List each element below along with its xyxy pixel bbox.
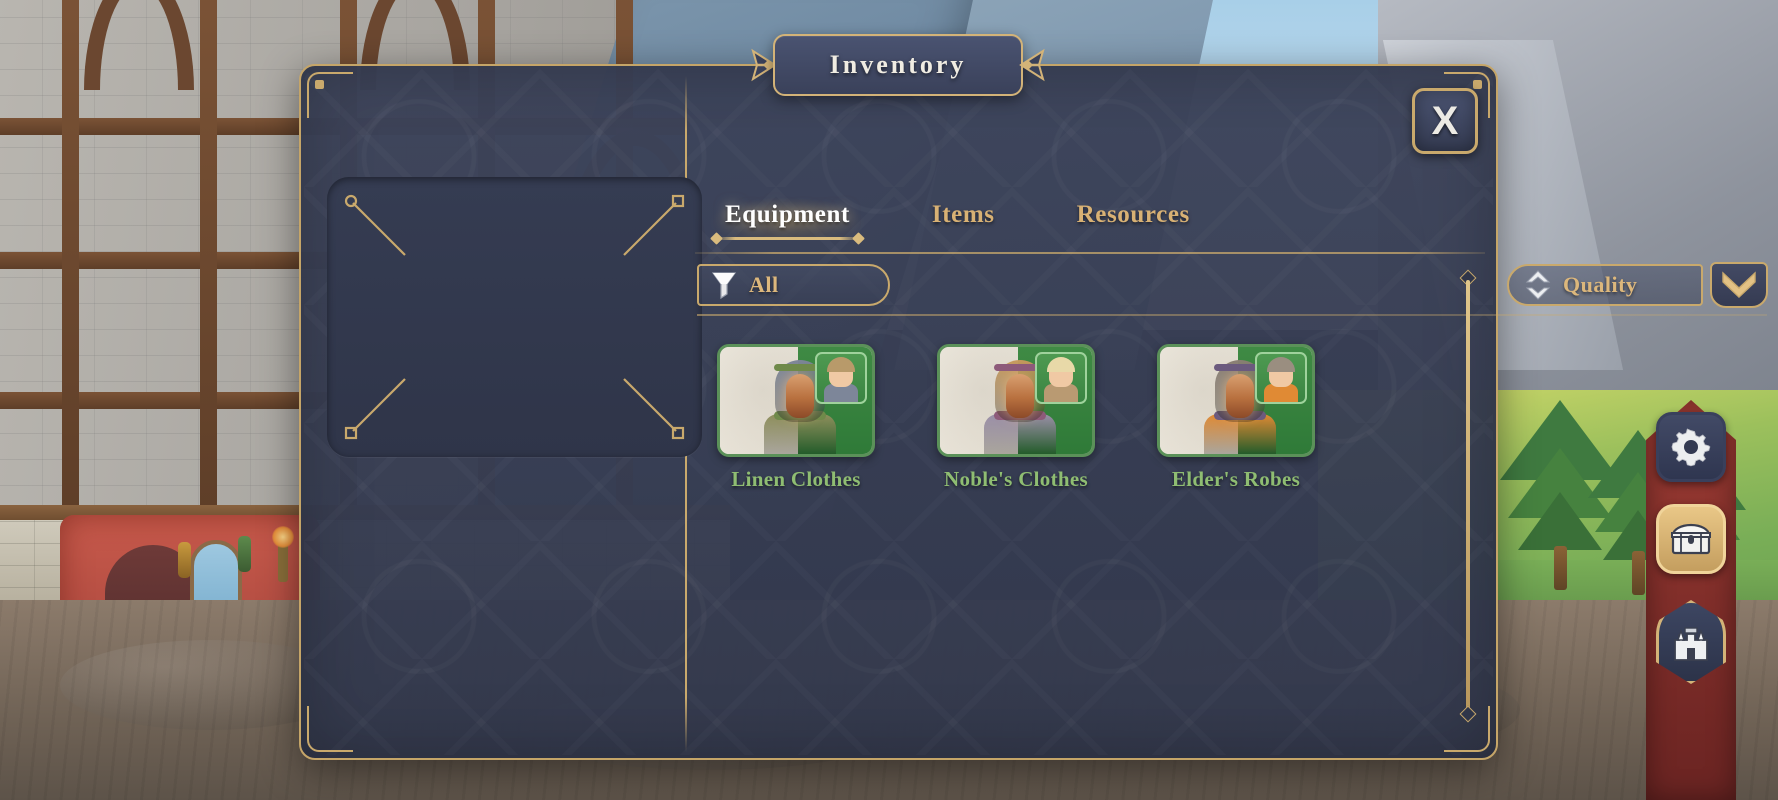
sort-updown-icon <box>1525 270 1551 300</box>
panel-corner-bottom-left <box>307 706 353 752</box>
panel-corner-top-left <box>307 72 353 118</box>
slot-corner-pin <box>343 369 415 441</box>
sort-dropdown[interactable]: Quality <box>1507 264 1703 306</box>
lamp <box>272 526 294 582</box>
tab-items-label: Items <box>931 201 995 228</box>
filter-label: All <box>749 272 779 297</box>
tab-resources-label: Resources <box>1076 201 1190 228</box>
banner-ornament-left <box>751 48 777 82</box>
corner-stud <box>315 80 324 89</box>
item-name: Linen Clothes <box>731 467 861 491</box>
toolbar-rule <box>697 314 1767 316</box>
item-cell[interactable]: Noble's Clothes <box>921 344 1111 492</box>
chevron-down-icon <box>1722 271 1756 298</box>
item-name: Noble's Clothes <box>944 467 1088 491</box>
thumbnail-hair <box>827 357 855 372</box>
side-button-rail <box>1646 400 1736 800</box>
settings-button[interactable] <box>1656 412 1726 482</box>
tab-bar: Equipment Items Resources <box>711 198 1204 240</box>
item-card[interactable] <box>1157 344 1315 457</box>
close-button[interactable]: X <box>1412 88 1478 154</box>
sort-label: Quality <box>1563 272 1638 297</box>
castle-icon <box>1674 627 1708 661</box>
slot-corner-pin <box>614 369 686 441</box>
inventory-panel: X Equipment Items Resources All Quality … <box>299 64 1768 760</box>
npc-villager <box>178 542 191 578</box>
portrait-face-glow <box>786 374 814 418</box>
active-tab-underline <box>715 237 860 240</box>
inventory-button[interactable] <box>1656 504 1726 574</box>
filter-dropdown[interactable]: All <box>697 264 890 306</box>
item-card[interactable] <box>717 344 875 457</box>
item-name: Elder's Robes <box>1171 467 1301 491</box>
timber-arch <box>84 0 194 90</box>
slot-corner-pin <box>343 193 415 265</box>
equipment-item-grid: Linen Clothes Noble's Clothes Elder's Robe… <box>701 344 1761 492</box>
slot-corner-pin <box>614 193 686 265</box>
item-thumbnail <box>1035 352 1087 404</box>
item-thumbnail <box>1255 352 1307 404</box>
sort-direction-button[interactable] <box>1710 262 1768 308</box>
banner-ornament-right <box>1019 48 1045 82</box>
thumbnail-hair <box>1047 357 1075 372</box>
thumbnail-hair <box>1267 357 1295 372</box>
scrollbar[interactable] <box>1459 269 1477 723</box>
page-title: Inventory <box>829 50 967 79</box>
character-preview-slot[interactable] <box>327 177 702 457</box>
npc-villager <box>238 536 251 572</box>
scrollbar-thumb[interactable] <box>1466 280 1470 712</box>
item-thumbnail <box>815 352 867 404</box>
funnel-icon <box>711 272 737 300</box>
item-cell[interactable]: Linen Clothes <box>701 344 891 492</box>
item-card[interactable] <box>937 344 1095 457</box>
timber-post <box>200 0 217 520</box>
gear-icon <box>1671 428 1711 467</box>
tab-resources[interactable]: Resources <box>1063 198 1204 239</box>
timber-post <box>62 0 79 520</box>
corner-stud <box>1473 80 1482 89</box>
tab-equipment-label: Equipment <box>725 201 850 228</box>
portrait-face-glow <box>1006 374 1034 418</box>
chest-icon <box>1671 523 1711 555</box>
close-icon: X <box>1431 99 1459 143</box>
title-plate: Inventory <box>773 34 1023 96</box>
window-title-banner: Inventory <box>739 34 1057 96</box>
portrait-face-glow <box>1226 374 1254 418</box>
tab-items[interactable]: Items <box>918 198 1009 239</box>
tab-separator-rule <box>695 252 1485 254</box>
scrollbar-cap-bottom <box>1459 705 1477 723</box>
item-cell[interactable]: Elder's Robes <box>1141 344 1331 492</box>
tab-equipment[interactable]: Equipment <box>711 198 864 240</box>
